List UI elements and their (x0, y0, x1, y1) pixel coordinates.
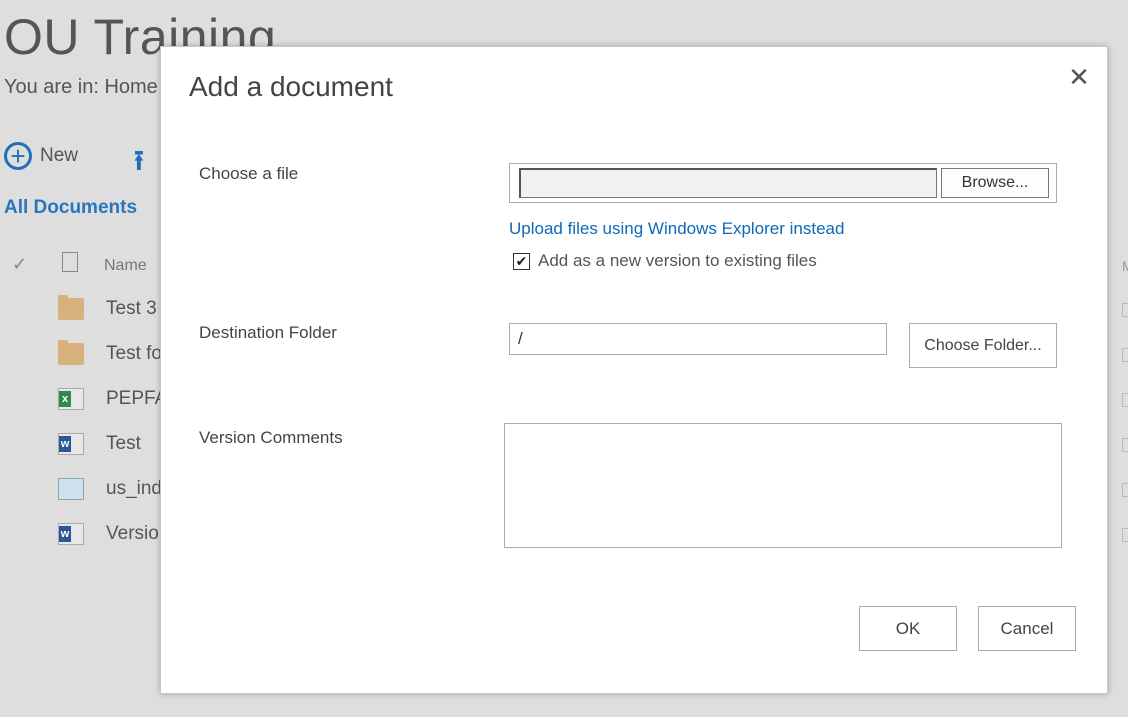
version-comments-label: Version Comments (199, 428, 343, 447)
word-icon (58, 433, 84, 455)
choose-file-label: Choose a file (199, 164, 299, 183)
list-item-label: us_ind (106, 478, 162, 499)
list-item-label: PEPFA (106, 388, 168, 409)
choose-folder-button[interactable]: Choose Folder... (909, 323, 1057, 368)
list-item: Versio (58, 519, 159, 549)
folder-icon (58, 340, 84, 365)
list-item: us_ind (58, 474, 162, 504)
row-checkbox (1122, 438, 1128, 452)
cancel-button[interactable]: Cancel (978, 606, 1076, 651)
list-item: PEPFA (58, 384, 167, 414)
ok-button[interactable]: OK (859, 606, 957, 651)
row-checkbox (1122, 483, 1128, 497)
check-icon: ✓ (12, 254, 28, 274)
add-version-label: Add as a new version to existing files (538, 251, 817, 270)
row-checkbox (1122, 393, 1128, 407)
list-item: Test 3 (58, 294, 157, 324)
version-comments-textarea[interactable] (504, 423, 1062, 548)
dialog-title: Add a document (189, 71, 393, 102)
folder-icon (58, 295, 84, 320)
image-icon (58, 478, 84, 500)
row-checkbox (1122, 303, 1128, 317)
new-label: New (40, 145, 79, 166)
add-document-dialog: Add a document ✕ Choose a file Browse...… (160, 46, 1108, 694)
add-version-checkbox-row[interactable]: ✔ Add as a new version to existing files (513, 251, 817, 271)
upload-explorer-link[interactable]: Upload files using Windows Explorer inst… (509, 219, 844, 239)
row-checkbox (1122, 348, 1128, 362)
document-icon (62, 252, 78, 272)
excel-icon (58, 388, 84, 410)
list-item-label: Test fo (106, 343, 162, 364)
word-icon (58, 523, 84, 545)
new-command: + New (4, 142, 78, 170)
file-path-input[interactable] (519, 168, 937, 198)
row-checkbox (1122, 528, 1128, 542)
view-all-documents: All Documents (4, 197, 138, 218)
browse-button[interactable]: Browse... (941, 168, 1049, 198)
list-item-label: Test 3 (106, 298, 157, 319)
plus-circle-icon: + (4, 142, 32, 170)
list-item: Test (58, 429, 141, 459)
list-item-label: Test (106, 433, 141, 454)
right-column-head: M (1122, 258, 1128, 274)
breadcrumb: You are in: Home (4, 76, 158, 98)
file-picker: Browse... (509, 163, 1057, 203)
close-icon[interactable]: ✕ (1067, 64, 1091, 90)
add-version-checkbox[interactable]: ✔ (513, 252, 530, 270)
list-item-label: Versio (106, 523, 159, 544)
list-item: Test fo (58, 339, 162, 369)
destination-folder-label: Destination Folder (199, 323, 337, 342)
destination-folder-input[interactable]: / (509, 323, 887, 355)
list-header: ✓ Name (12, 252, 172, 282)
upload-icon: ⭱ (134, 145, 144, 176)
column-name: Name (104, 257, 147, 274)
